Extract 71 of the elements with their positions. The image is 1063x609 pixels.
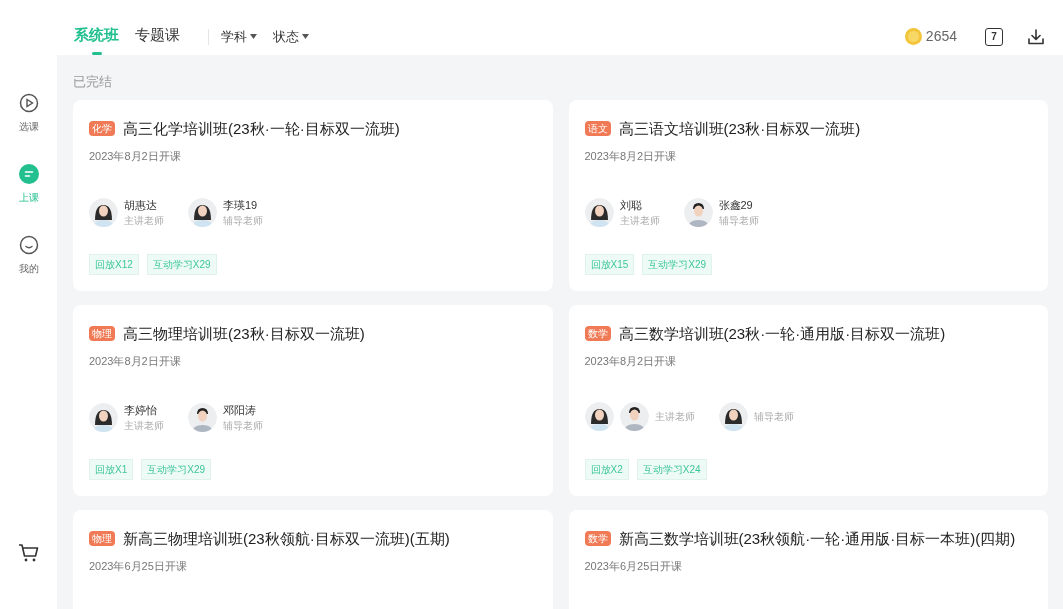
start-date: 2023年8月2日开课 [89, 149, 182, 164]
calendar-button[interactable]: 7 [985, 27, 1003, 46]
avatar-icon [718, 401, 748, 431]
section-title: 已完结 [73, 73, 113, 91]
course-title: 高三化学培训班(23秋·一轮·目标双一流班) [123, 118, 400, 139]
tab[interactable]: 专题课 [135, 18, 180, 55]
start-date: 2023年8月2日开课 [584, 354, 678, 369]
sidebar-item[interactable]: 选课 [18, 93, 39, 134]
filter-dropdown[interactable]: 状态 [273, 26, 309, 47]
teacher-name: 邓阳涛 [223, 402, 257, 418]
teacher-name: 李婷怡 [124, 402, 158, 418]
filter-dropdown[interactable]: 学科 [221, 26, 257, 47]
subject-tag: 数学 [584, 326, 611, 342]
course-title: 高三物理培训班(23秋·目标双一流班) [123, 323, 365, 344]
course-card[interactable]: 数学 新高三数学培训班(23秋领航·一轮·通用版·目标一本班)(四期) 2023年6月25日开课 [568, 509, 1048, 609]
avatar-icon [584, 401, 614, 431]
course-card[interactable]: 语文 高三语文培训班(23秋·目标双一流班) 2023年8月2日开课 刘聪 主讲老师 张鑫29 辅导老师 回放X15 互动学习X29 [568, 99, 1048, 291]
teacher-role: 辅导老师 [718, 214, 759, 228]
caret-icon [250, 34, 257, 39]
avatar-icon [619, 401, 649, 431]
lines-icon [18, 164, 39, 184]
teacher-name: 胡惠达 [124, 197, 158, 213]
avatar-icon [584, 197, 614, 227]
teacher-role: 辅导老师 [223, 419, 263, 433]
course-card[interactable]: 物理 高三物理培训班(23秋·目标双一流班) 2023年8月2日开课 李婷怡 主讲老师 邓阳涛 辅导老师 回放X1 互动学习X29 [73, 304, 553, 496]
subject-tag: 数学 [584, 531, 611, 547]
stat-tag: 回放X2 [584, 458, 629, 480]
sidebar-item[interactable]: 我的 [18, 235, 39, 276]
stat-tag: 回放X1 [89, 458, 134, 480]
avatar-icon [188, 402, 217, 432]
course-title: 新高三数学培训班(23秋领航·一轮·通用版·目标一本班)(四期) [618, 528, 1016, 549]
start-date: 2023年6月25日开课 [584, 559, 684, 574]
smile-icon [18, 235, 39, 255]
stat-tag: 互动学习X29 [146, 253, 217, 275]
teacher-role: 主讲老师 [124, 214, 164, 228]
avatar-icon [89, 197, 118, 227]
play-icon [18, 93, 39, 113]
teacher-name: 张鑫29 [718, 197, 754, 213]
teacher-name: 刘聪 [619, 197, 643, 213]
subject-tag: 语文 [584, 121, 611, 137]
start-date: 2023年8月2日开课 [89, 354, 182, 369]
stat-tag: 互动学习X29 [642, 253, 713, 275]
stat-tag: 互动学习X24 [636, 458, 707, 480]
avatar-icon [683, 197, 713, 227]
course-title: 高三语文培训班(23秋·目标双一流班) [618, 118, 861, 139]
course-title: 高三数学培训班(23秋·一轮·通用版·目标双一流班) [618, 323, 946, 344]
cart-icon[interactable] [18, 543, 39, 563]
coin-count: 2654 [925, 27, 957, 46]
stat-tag: 回放X12 [89, 253, 139, 275]
download-icon[interactable] [1027, 27, 1045, 46]
teacher-role: 主讲老师 [619, 214, 660, 228]
start-date: 2023年8月2日开课 [584, 149, 678, 164]
caret-icon [302, 34, 309, 39]
teacher-name: 李瑛19 [223, 197, 259, 213]
subject-tag: 物理 [89, 531, 115, 547]
subject-tag: 物理 [89, 326, 115, 342]
coin-icon [904, 28, 922, 45]
course-title: 新高三物理培训班(23秋领航·目标双一流班)(五期) [123, 528, 450, 549]
teacher-role: 辅导老师 [753, 409, 794, 424]
avatar-icon [89, 402, 118, 432]
course-card[interactable]: 数学 高三数学培训班(23秋·一轮·通用版·目标双一流班) 2023年8月2日开课 主讲老师 辅导老师 回放X2 互动学习X24 [568, 304, 1048, 496]
teacher-role: 主讲老师 [654, 409, 695, 424]
stat-tag: 互动学习X29 [141, 458, 212, 480]
subject-tag: 化学 [89, 121, 115, 137]
stat-tag: 回放X15 [584, 253, 635, 275]
avatar-icon [188, 197, 217, 227]
course-card[interactable]: 化学 高三化学培训班(23秋·一轮·目标双一流班) 2023年8月2日开课 胡惠达 主讲老师 李瑛19 辅导老师 回放X12 互动学习X29 [73, 99, 553, 291]
teacher-role: 辅导老师 [223, 214, 263, 228]
start-date: 2023年6月25日开课 [89, 559, 188, 574]
course-card[interactable]: 物理 新高三物理培训班(23秋领航·目标双一流班)(五期) 2023年6月25日开课 [73, 509, 553, 609]
teacher-role: 主讲老师 [124, 419, 164, 433]
